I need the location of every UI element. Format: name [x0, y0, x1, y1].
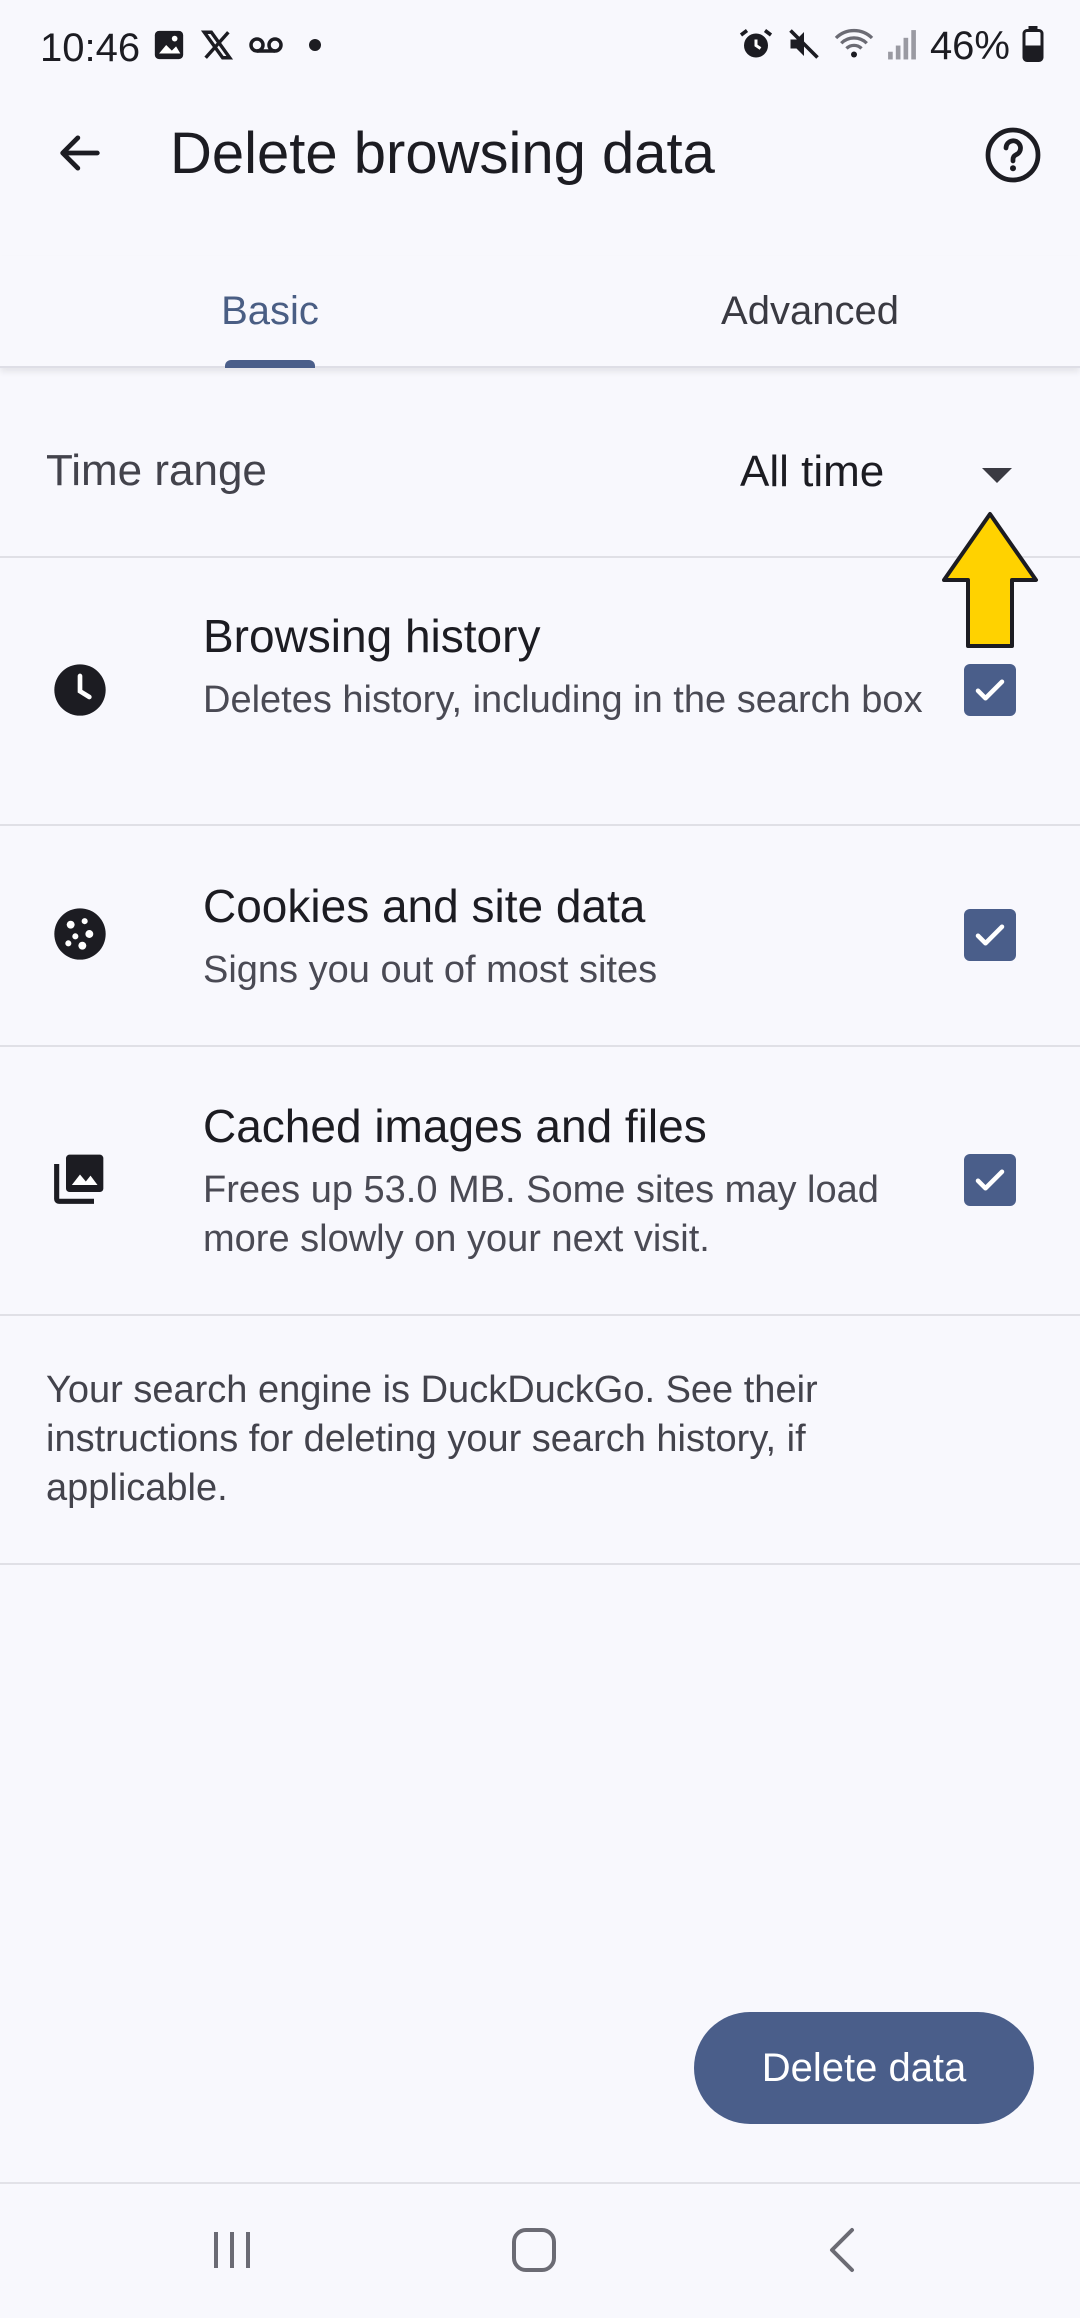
- chevron-left-icon: [830, 2228, 854, 2272]
- option-subtitle-browsing-history: Deletes history, including in the search…: [203, 679, 923, 721]
- time-range-label: Time range: [46, 446, 267, 495]
- gallery-icon: [152, 28, 186, 67]
- cookie-icon: [52, 906, 108, 962]
- status-time: 10:46: [40, 26, 141, 70]
- back-button[interactable]: [40, 118, 120, 188]
- battery-icon: [1022, 25, 1044, 67]
- status-icons-left: [152, 28, 322, 67]
- recent-apps-icon: [214, 2232, 250, 2268]
- divider: [0, 1314, 1080, 1316]
- arrow-left-icon: [60, 135, 100, 171]
- time-range-dropdown[interactable]: All time: [740, 432, 1030, 512]
- battery-percent: 46%: [929, 24, 1010, 68]
- checkmark-icon: [975, 679, 1005, 701]
- tab-basic[interactable]: Basic: [0, 256, 540, 366]
- divider: [0, 824, 1080, 826]
- time-range-value: All time: [740, 447, 885, 496]
- checkbox-browsing-history[interactable]: [964, 664, 1016, 716]
- tab-advanced[interactable]: Advanced: [540, 256, 1080, 366]
- search-engine-note: Your search engine is DuckDuckGo. See th…: [46, 1369, 818, 1509]
- status-icons-right: 46%: [738, 22, 1044, 70]
- dropdown-arrow-icon: [982, 468, 1012, 483]
- checkmark-icon: [975, 1169, 1005, 1191]
- option-subtitle-cookies: Signs you out of most sites: [203, 949, 658, 991]
- x-icon: [200, 28, 234, 67]
- divider: [0, 1045, 1080, 1047]
- checkmark-icon: [975, 924, 1005, 946]
- divider: [0, 556, 1080, 558]
- clock-icon: [52, 662, 108, 718]
- images-icon: [52, 1150, 108, 1206]
- checkbox-cookies[interactable]: [964, 909, 1016, 961]
- page-title: Delete browsing data: [170, 121, 715, 186]
- option-title-browsing-history: Browsing history: [203, 610, 541, 662]
- annotation-arrow-icon: [940, 510, 1040, 657]
- alarm-icon: [738, 26, 774, 67]
- wifi-icon: [834, 26, 874, 67]
- option-title-cached: Cached images and files: [203, 1100, 707, 1152]
- signal-icon: [886, 27, 918, 66]
- system-back-button[interactable]: [820, 2226, 868, 2279]
- option-subtitle-cached: Frees up 53.0 MB. Some sites may load mo…: [203, 1169, 879, 1260]
- help-circle-icon: [985, 127, 1041, 183]
- recent-apps-button[interactable]: [208, 2226, 256, 2279]
- help-button[interactable]: [976, 118, 1050, 192]
- voicemail-icon: [248, 33, 284, 62]
- home-button[interactable]: [510, 2226, 558, 2279]
- mute-icon: [786, 26, 822, 67]
- delete-data-button[interactable]: Delete data: [694, 2012, 1034, 2124]
- divider: [0, 1563, 1080, 1565]
- dot-icon: [308, 38, 322, 57]
- home-icon: [512, 2228, 556, 2272]
- option-title-cookies: Cookies and site data: [203, 880, 646, 932]
- tab-indicator: [225, 360, 315, 368]
- checkbox-cached[interactable]: [964, 1154, 1016, 1206]
